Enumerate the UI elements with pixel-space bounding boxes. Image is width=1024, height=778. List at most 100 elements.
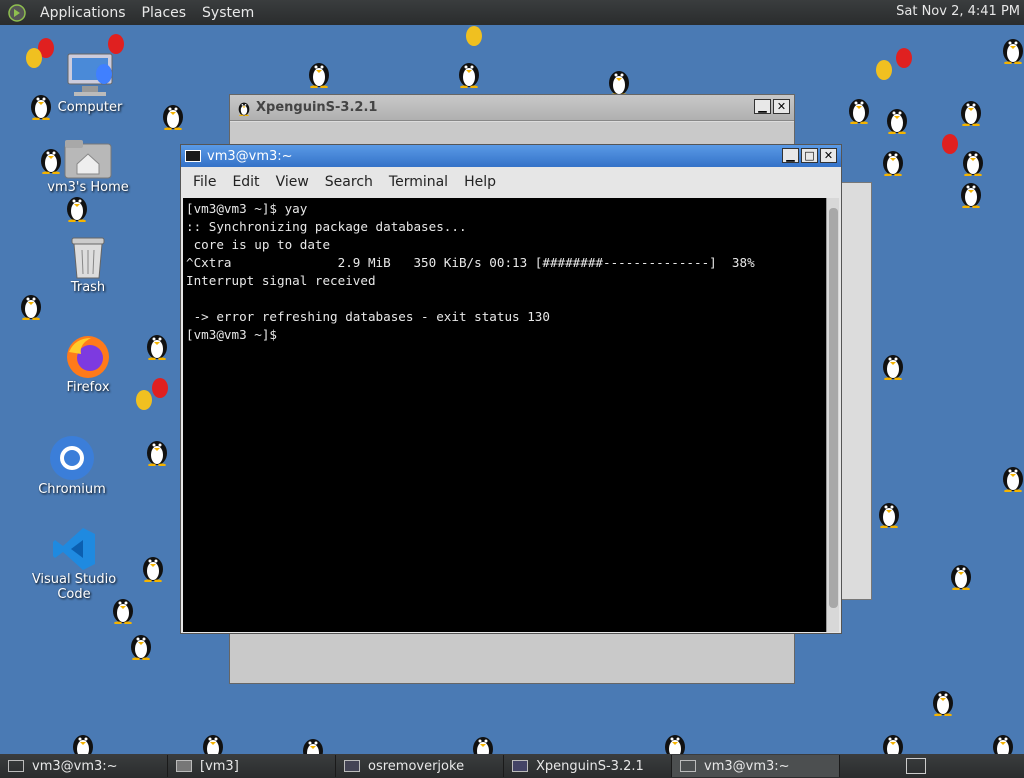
- taskbar-item-document[interactable]: osremoverjoke: [336, 755, 504, 777]
- vscode-icon: [53, 528, 95, 570]
- close-button[interactable]: ✕: [820, 148, 837, 163]
- penguin-app-icon: [236, 100, 252, 116]
- penguin-sprite: [1000, 462, 1024, 492]
- menu-edit[interactable]: Edit: [224, 174, 267, 190]
- terminal-line: ^Cxtra 2.9 MiB 350 KiB/s 00:13 [########…: [186, 255, 755, 270]
- desktop-icon-label: Trash: [70, 280, 106, 295]
- taskbar-item-terminal[interactable]: vm3@vm3:~: [0, 755, 168, 777]
- penguin-sprite: [110, 594, 136, 624]
- desktop-icon-label: Firefox: [66, 380, 110, 395]
- balloon-sprite: [108, 34, 124, 54]
- penguin-sprite: [846, 94, 872, 124]
- window-icon: [512, 760, 528, 772]
- minimize-button[interactable]: ▁: [782, 148, 799, 163]
- maximize-button[interactable]: □: [801, 148, 818, 163]
- balloon-sprite: [876, 60, 892, 80]
- close-button[interactable]: ✕: [773, 99, 790, 114]
- penguin-sprite: [28, 90, 54, 120]
- balloon-sprite: [136, 390, 152, 410]
- penguin-sprite: [64, 192, 90, 222]
- taskbar-item-xpenguins[interactable]: XpenguinS-3.2.1: [504, 755, 672, 777]
- terminal-icon: [8, 760, 24, 772]
- distro-logo-icon[interactable]: [6, 2, 28, 24]
- taskbar-item-label: vm3@vm3:~: [32, 758, 118, 774]
- taskbar-item-label: XpenguinS-3.2.1: [536, 758, 644, 774]
- terminal-line: Interrupt signal received: [186, 273, 376, 288]
- balloon-sprite: [466, 26, 482, 46]
- menu-terminal[interactable]: Terminal: [381, 174, 456, 190]
- home-folder-icon: [64, 140, 112, 179]
- desktop-icon-firefox[interactable]: Firefox: [28, 328, 148, 395]
- menu-search[interactable]: Search: [317, 174, 381, 190]
- penguin-sprite: [880, 146, 906, 176]
- menu-help[interactable]: Help: [456, 174, 504, 190]
- menu-view[interactable]: View: [268, 174, 317, 190]
- taskbar: vm3@vm3:~ [vm3] osremoverjoke XpenguinS-…: [0, 754, 1024, 778]
- clock[interactable]: Sat Nov 2, 4:41 PM: [896, 4, 1020, 19]
- document-icon: [344, 760, 360, 772]
- penguin-sprite: [960, 146, 986, 176]
- penguin-sprite: [948, 560, 974, 590]
- penguin-sprite: [144, 330, 170, 360]
- xpenguins-titlebar[interactable]: XpenguinS-3.2.1: [230, 95, 794, 121]
- trash-icon: [71, 237, 105, 279]
- penguin-sprite: [1000, 34, 1024, 64]
- terminal-line: [vm3@vm3 ~]$ yay: [186, 201, 308, 216]
- xpenguins-title: XpenguinS-3.2.1: [256, 100, 378, 115]
- taskbar-item-label: [vm3]: [200, 758, 239, 774]
- desktop-icon-trash[interactable]: Trash: [28, 228, 148, 295]
- minimize-button[interactable]: ▁: [754, 99, 771, 114]
- penguin-sprite: [306, 58, 332, 88]
- top-panel: Applications Places System Sat Nov 2, 4:…: [0, 0, 1024, 25]
- penguin-sprite: [456, 58, 482, 88]
- penguin-sprite: [606, 66, 632, 96]
- penguin-sprite: [876, 498, 902, 528]
- desktop-icon-label: Chromium: [38, 482, 106, 497]
- scrollbar-thumb[interactable]: [829, 208, 838, 608]
- penguin-sprite: [160, 100, 186, 130]
- balloon-sprite: [896, 48, 912, 68]
- desktop-icon-chromium[interactable]: Chromium: [12, 430, 132, 497]
- background-window-edge: [838, 182, 872, 600]
- penguin-sprite: [930, 686, 956, 716]
- applications-menu[interactable]: Applications: [32, 5, 134, 21]
- terminal-icon: [680, 760, 696, 772]
- terminal-scrollbar[interactable]: [826, 198, 839, 632]
- firefox-icon: [67, 336, 109, 378]
- balloon-sprite: [96, 64, 112, 84]
- places-menu[interactable]: Places: [134, 5, 195, 21]
- terminal-line: -> error refreshing databases - exit sta…: [186, 309, 550, 324]
- balloon-sprite: [942, 134, 958, 154]
- terminal-menubar: File Edit View Search Terminal Help: [181, 167, 841, 197]
- terminal-line: :: Synchronizing package databases...: [186, 219, 467, 234]
- desktop-icon-vscode[interactable]: Visual Studio Code: [14, 520, 134, 602]
- taskbar-item-terminal-active[interactable]: vm3@vm3:~: [672, 755, 840, 777]
- terminal-titlebar[interactable]: vm3@vm3:~ ▁ □ ✕: [181, 145, 841, 167]
- penguin-sprite: [18, 290, 44, 320]
- penguin-sprite: [128, 630, 154, 660]
- penguin-sprite: [884, 104, 910, 134]
- penguin-sprite: [958, 178, 984, 208]
- terminal-icon: [185, 150, 201, 162]
- terminal-title: vm3@vm3:~: [207, 148, 293, 164]
- chromium-icon: [50, 436, 94, 480]
- terminal-line: core is up to date: [186, 237, 331, 252]
- balloon-sprite: [152, 378, 168, 398]
- penguin-sprite: [958, 96, 984, 126]
- menu-file[interactable]: File: [185, 174, 224, 190]
- penguin-sprite: [144, 436, 170, 466]
- terminal-line: [vm3@vm3 ~]$: [186, 327, 285, 342]
- show-desktop-icon[interactable]: [906, 758, 926, 774]
- terminal-output[interactable]: [vm3@vm3 ~]$ yay:: Synchronizing package…: [183, 198, 828, 632]
- folder-icon: [176, 760, 192, 772]
- penguin-sprite: [140, 552, 166, 582]
- penguin-sprite: [38, 144, 64, 174]
- taskbar-item-label: vm3@vm3:~: [704, 758, 790, 774]
- balloon-sprite: [26, 48, 42, 68]
- terminal-window: vm3@vm3:~ ▁ □ ✕ File Edit View Search Te…: [180, 144, 842, 634]
- taskbar-item-folder[interactable]: [vm3]: [168, 755, 336, 777]
- system-menu[interactable]: System: [194, 5, 262, 21]
- penguin-sprite: [880, 350, 906, 380]
- taskbar-item-label: osremoverjoke: [368, 758, 465, 774]
